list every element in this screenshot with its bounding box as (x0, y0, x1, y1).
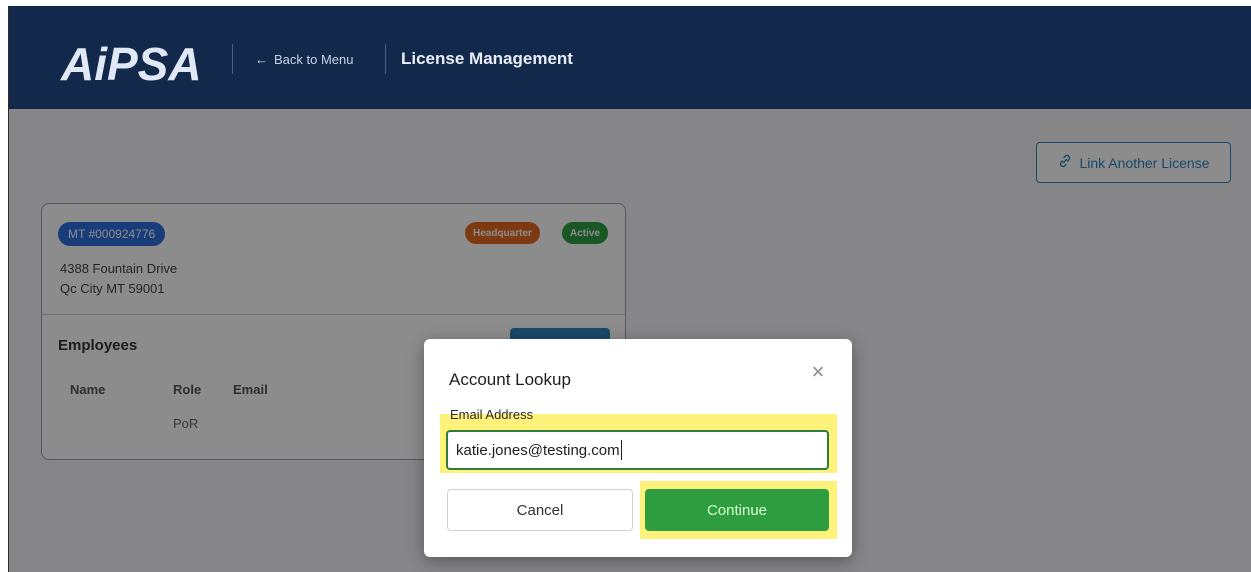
header-divider (232, 44, 233, 74)
back-label: Back to Menu (274, 52, 354, 67)
text-caret (620, 440, 622, 460)
aipsa-logo: AiPSA (57, 32, 217, 92)
modal-title: Account Lookup (449, 370, 571, 389)
account-lookup-modal: Account Lookup × Email Address katie.jon… (424, 339, 852, 557)
svg-text:AiPSA: AiPSA (60, 38, 202, 90)
back-to-menu-link[interactable]: ← Back to Menu (255, 52, 354, 67)
app-header: AiPSA ← Back to Menu License Management (9, 6, 1251, 109)
app-window: AiPSA ← Back to Menu License Management … (8, 6, 1251, 572)
cancel-button[interactable]: Cancel (447, 489, 633, 531)
page-title: License Management (401, 49, 573, 68)
close-icon[interactable]: × (807, 361, 829, 383)
arrow-left-icon: ← (255, 52, 268, 67)
header-divider (385, 44, 386, 74)
email-value: katie.jones@testing.com (456, 441, 620, 459)
continue-button[interactable]: Continue (645, 489, 829, 531)
email-field-label: Email Address (450, 407, 534, 422)
email-field[interactable]: katie.jones@testing.com (446, 430, 829, 470)
